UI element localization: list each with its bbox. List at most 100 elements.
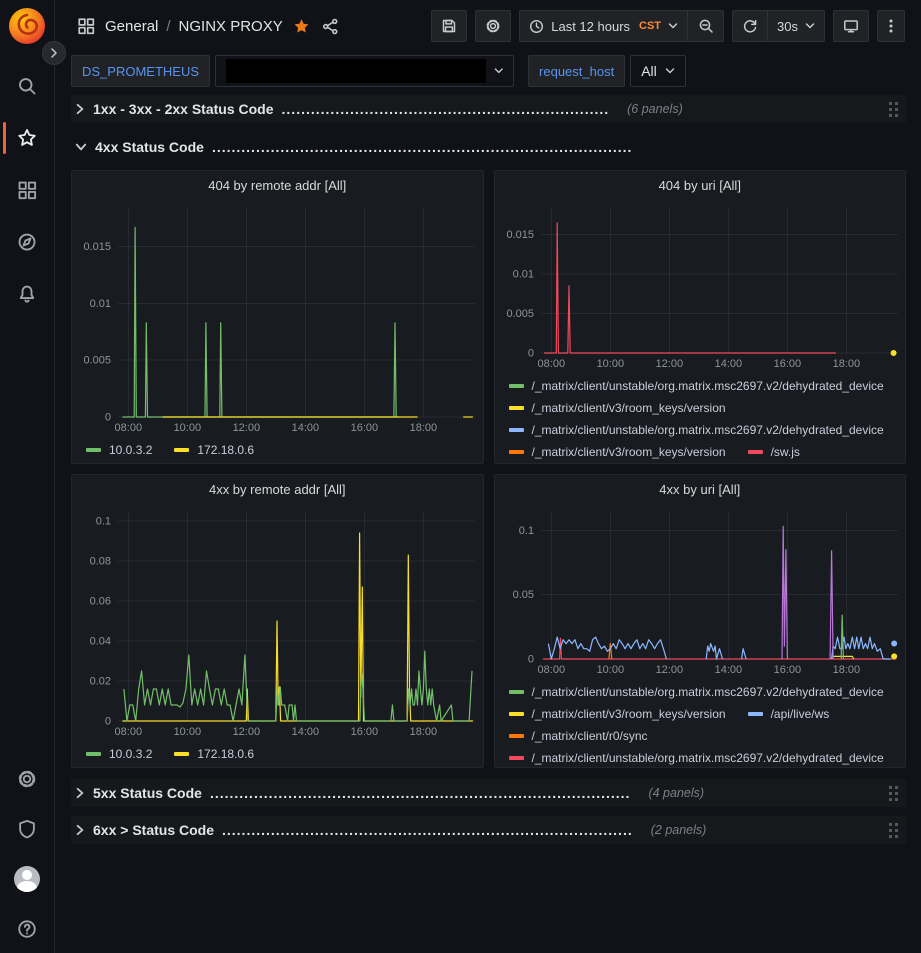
sidebar-item-server-admin[interactable] bbox=[0, 815, 54, 843]
row-5xx[interactable]: 5xx Status Code ........................… bbox=[71, 779, 906, 807]
legend-swatch bbox=[86, 752, 101, 756]
legend-label: /api/live/ws bbox=[771, 707, 830, 721]
row-4xx[interactable]: 4xx Status Code ........................… bbox=[71, 133, 906, 161]
breadcrumb-separator: / bbox=[166, 18, 170, 35]
timezone-label: CST bbox=[639, 20, 661, 32]
zoom-out-button[interactable] bbox=[688, 10, 724, 42]
svg-text:14:00: 14:00 bbox=[292, 726, 320, 738]
svg-text:16:00: 16:00 bbox=[351, 422, 379, 434]
svg-text:08:00: 08:00 bbox=[115, 726, 143, 738]
panel-title[interactable]: 4xx by remote addr [All] bbox=[72, 475, 483, 503]
legend-swatch bbox=[509, 450, 524, 454]
ds-prometheus-dropdown[interactable] bbox=[215, 55, 514, 87]
compass-icon bbox=[17, 232, 37, 252]
legend-swatch bbox=[174, 752, 189, 756]
svg-text:08:00: 08:00 bbox=[115, 422, 143, 434]
row-1xx-3xx-2xx[interactable]: 1xx - 3xx - 2xx Status Code ............… bbox=[71, 95, 906, 123]
legend-label: /_matrix/client/r0/sync bbox=[532, 729, 648, 743]
chevron-down-icon bbox=[665, 67, 675, 75]
sidebar-expand-button[interactable] bbox=[42, 41, 66, 65]
panel-legend: 10.0.3.2 172.18.0.6 bbox=[72, 741, 483, 767]
legend-item[interactable]: /_matrix/client/v3/room_keys/version bbox=[509, 397, 726, 419]
svg-text:0.01: 0.01 bbox=[90, 298, 111, 310]
save-dashboard-button[interactable] bbox=[431, 10, 467, 42]
row-leader-dots: ........................................… bbox=[222, 822, 633, 838]
legend-swatch bbox=[509, 406, 524, 410]
svg-text:10:00: 10:00 bbox=[174, 422, 202, 434]
panel-title[interactable]: 404 by uri [All] bbox=[495, 171, 906, 199]
breadcrumb-section[interactable]: General bbox=[105, 18, 158, 35]
row-drag-handle[interactable] bbox=[889, 102, 898, 117]
sidebar-item-help[interactable] bbox=[0, 915, 54, 943]
legend-item[interactable]: 172.18.0.6 bbox=[174, 439, 254, 461]
cycle-view-mode-button[interactable] bbox=[833, 10, 869, 42]
legend-item[interactable]: 10.0.3.2 bbox=[86, 743, 152, 765]
timeseries-chart[interactable]: 08:0010:0012:0014:0016:0018:0000.0050.01… bbox=[72, 199, 483, 437]
refresh-interval-dropdown[interactable]: 30s bbox=[768, 10, 825, 42]
sidebar-item-configuration[interactable] bbox=[0, 765, 54, 793]
dashboard-header: General / NGINX PROXY bbox=[55, 0, 921, 52]
timeseries-chart[interactable]: 08:0010:0012:0014:0016:0018:0000.050.1 bbox=[495, 503, 906, 679]
svg-text:18:00: 18:00 bbox=[410, 726, 438, 738]
svg-text:18:00: 18:00 bbox=[832, 664, 860, 676]
legend-item[interactable]: 172.18.0.6 bbox=[174, 743, 254, 765]
dashboard-settings-button[interactable] bbox=[475, 10, 511, 42]
row-title: 5xx Status Code bbox=[93, 785, 202, 801]
row-leader-dots: ........................................… bbox=[210, 785, 631, 801]
dashboards-grid-icon[interactable] bbox=[77, 17, 95, 35]
panel-title[interactable]: 4xx by uri [All] bbox=[495, 475, 906, 503]
chevron-down-icon bbox=[805, 22, 815, 30]
legend-item[interactable]: /sw.js bbox=[748, 441, 800, 463]
panel-404-by-remote-addr: 404 by remote addr [All] 08:00 10:00 12:00… bbox=[71, 170, 484, 464]
legend-item[interactable]: /_matrix/client/unstable/org.matrix.msc2… bbox=[509, 747, 884, 767]
chevron-down-icon bbox=[668, 22, 678, 30]
sidebar-item-profile[interactable] bbox=[0, 865, 54, 893]
svg-text:0.02: 0.02 bbox=[90, 676, 111, 688]
timeseries-chart[interactable]: 08:0010:0012:0014:0016:0018:0000.020.040… bbox=[72, 503, 483, 741]
row-drag-handle[interactable] bbox=[889, 823, 898, 838]
sidebar-item-explore[interactable] bbox=[0, 228, 54, 256]
favorite-star-button[interactable] bbox=[291, 16, 312, 37]
legend-label: 10.0.3.2 bbox=[109, 443, 152, 457]
row-title: 6xx > Status Code bbox=[93, 822, 214, 838]
sidebar-item-starred[interactable] bbox=[0, 124, 54, 152]
legend-item[interactable]: /_matrix/client/unstable/org.matrix.msc2… bbox=[509, 375, 884, 397]
grafana-logo[interactable] bbox=[9, 8, 45, 44]
svg-text:12:00: 12:00 bbox=[233, 726, 261, 738]
time-range-picker[interactable]: Last 12 hours CST bbox=[519, 10, 688, 42]
panel-legend: /_matrix/client/unstable/org.matrix.msc2… bbox=[495, 679, 906, 767]
legend-item[interactable]: /_matrix/client/unstable/org.matrix.msc2… bbox=[509, 681, 884, 703]
sidebar-item-alerting[interactable] bbox=[0, 280, 54, 308]
chevron-right-icon bbox=[75, 103, 85, 115]
row-drag-handle[interactable] bbox=[889, 786, 898, 801]
timeseries-chart[interactable]: 08:0010:0012:0014:0016:0018:0000.0050.01… bbox=[495, 199, 906, 373]
legend-swatch bbox=[174, 448, 189, 452]
legend-item[interactable]: /_matrix/client/v3/room_keys/version bbox=[509, 703, 726, 725]
kebab-menu-button[interactable] bbox=[877, 10, 905, 42]
kebab-icon bbox=[889, 18, 893, 34]
share-button[interactable] bbox=[320, 16, 341, 37]
legend-label: 172.18.0.6 bbox=[197, 443, 254, 457]
legend-label: /_matrix/client/unstable/org.matrix.msc2… bbox=[532, 751, 884, 765]
svg-text:0.01: 0.01 bbox=[512, 269, 533, 281]
legend-item[interactable]: /_matrix/client/unstable/org.matrix.msc2… bbox=[509, 419, 884, 441]
legend-label: /_matrix/client/unstable/org.matrix.msc2… bbox=[532, 423, 884, 437]
legend-item[interactable]: /api/live/ws bbox=[748, 703, 830, 725]
legend-item[interactable]: /_matrix/client/v3/room_keys/version bbox=[509, 441, 726, 463]
row-6xx[interactable]: 6xx > Status Code ......................… bbox=[71, 816, 906, 844]
row-leader-dots: ........................................… bbox=[212, 139, 633, 155]
sidebar-item-search[interactable] bbox=[0, 72, 54, 100]
refresh-icon bbox=[742, 18, 758, 34]
legend-item[interactable]: 10.0.3.2 bbox=[86, 439, 152, 461]
dashboard-title[interactable]: NGINX PROXY bbox=[179, 18, 283, 35]
svg-text:12:00: 12:00 bbox=[233, 422, 261, 434]
avatar[interactable] bbox=[14, 866, 40, 892]
sidebar-item-dashboards[interactable] bbox=[0, 176, 54, 204]
breadcrumb: General / NGINX PROXY bbox=[77, 16, 341, 37]
request-host-dropdown[interactable]: All bbox=[630, 55, 686, 87]
panel-title[interactable]: 404 by remote addr [All] bbox=[72, 171, 483, 199]
refresh-button[interactable] bbox=[732, 10, 768, 42]
legend-item[interactable]: /_matrix/client/r0/sync bbox=[509, 725, 648, 747]
sidebar bbox=[0, 0, 55, 953]
legend-swatch bbox=[509, 734, 524, 738]
